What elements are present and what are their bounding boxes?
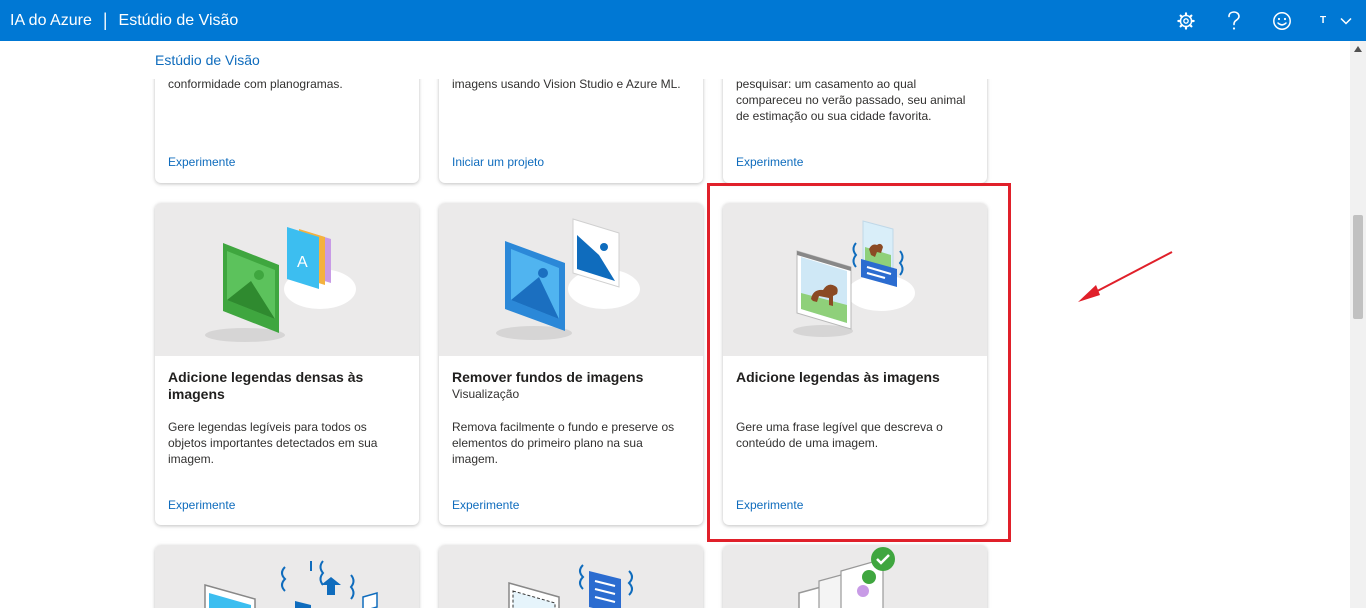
help-button[interactable]: [1210, 0, 1258, 41]
card-title: Adicione legendas densas às imagens: [168, 369, 364, 402]
top-navigation-bar: IA do Azure | Estúdio de Visão T: [0, 0, 1366, 41]
document-illustration-icon: [508, 564, 633, 608]
annotation-arrow-icon: [1078, 251, 1173, 302]
card-illustration: A: [155, 203, 419, 356]
scenario-card[interactable]: [439, 545, 703, 608]
card-illustration: [439, 545, 703, 608]
scroll-up-button[interactable]: [1350, 41, 1366, 57]
brand-name[interactable]: IA do Azure: [0, 12, 92, 30]
scenario-card[interactable]: imagens usando Vision Studio e Azure ML.…: [439, 79, 703, 183]
card-description: imagens usando Vision Studio e Azure ML.: [452, 79, 681, 91]
card-description: conformidade com planogramas.: [168, 79, 343, 91]
background-removal-illustration-icon: [496, 218, 640, 340]
product-name[interactable]: Estúdio de Visão: [119, 12, 239, 30]
scenario-gallery: conformidade com planogramas. Experiment…: [0, 79, 1350, 608]
card-title: Remover fundos de imagens: [452, 369, 644, 385]
header-actions: T: [1162, 0, 1366, 41]
card-try-link[interactable]: Experimente: [168, 498, 235, 512]
user-initial: T: [1319, 15, 1327, 26]
scenario-card[interactable]: pesquisar: um casamento ao qual comparec…: [723, 79, 987, 183]
card-illustration: [723, 545, 987, 608]
svg-text:A: A: [297, 254, 308, 271]
breadcrumb-bar: Estúdio de Visão: [0, 41, 1350, 79]
feedback-smiley-icon: [1273, 11, 1291, 30]
header-separator: |: [102, 10, 108, 30]
account-menu-button[interactable]: T: [1306, 0, 1366, 41]
scenario-card[interactable]: conformidade com planogramas. Experiment…: [155, 79, 419, 183]
dense-captions-card[interactable]: A Adicione legendas densas às imagens Ge…: [155, 203, 419, 525]
scroll-up-arrow-icon: [1354, 46, 1362, 52]
card-description: Gere legendas legíveis para todos os obj…: [168, 420, 378, 466]
card-description: Remova facilmente o fundo e preserve os …: [452, 420, 675, 466]
card-illustration: [155, 545, 419, 608]
brackets-illustration-icon: [204, 560, 378, 608]
card-try-link[interactable]: Experimente: [736, 155, 803, 169]
remove-background-card[interactable]: Remover fundos de imagens Visualização R…: [439, 203, 703, 525]
chevron-down-icon: [1340, 17, 1352, 25]
feedback-button[interactable]: [1258, 0, 1306, 41]
scrollbar-thumb[interactable]: [1353, 215, 1363, 319]
card-try-link[interactable]: Experimente: [168, 155, 235, 169]
settings-button[interactable]: [1162, 0, 1210, 41]
settings-icon: [1177, 11, 1195, 30]
card-try-link[interactable]: Experimente: [452, 498, 519, 512]
preview-label: Visualização: [452, 387, 520, 401]
card-start-project-link[interactable]: Iniciar um projeto: [452, 155, 544, 169]
card-illustration: [439, 203, 703, 356]
help-icon: [1228, 10, 1240, 30]
scenario-card[interactable]: [155, 545, 419, 608]
vertical-scrollbar[interactable]: [1350, 41, 1366, 608]
verification-illustration-icon: [798, 547, 895, 608]
dense-captions-illustration-icon: A: [205, 227, 356, 342]
breadcrumb-vision-studio[interactable]: Estúdio de Visão: [155, 52, 260, 68]
card-description: pesquisar: um casamento ao qual comparec…: [736, 79, 966, 123]
scenario-card[interactable]: [723, 545, 987, 608]
annotation-highlight-box: [707, 183, 1011, 542]
